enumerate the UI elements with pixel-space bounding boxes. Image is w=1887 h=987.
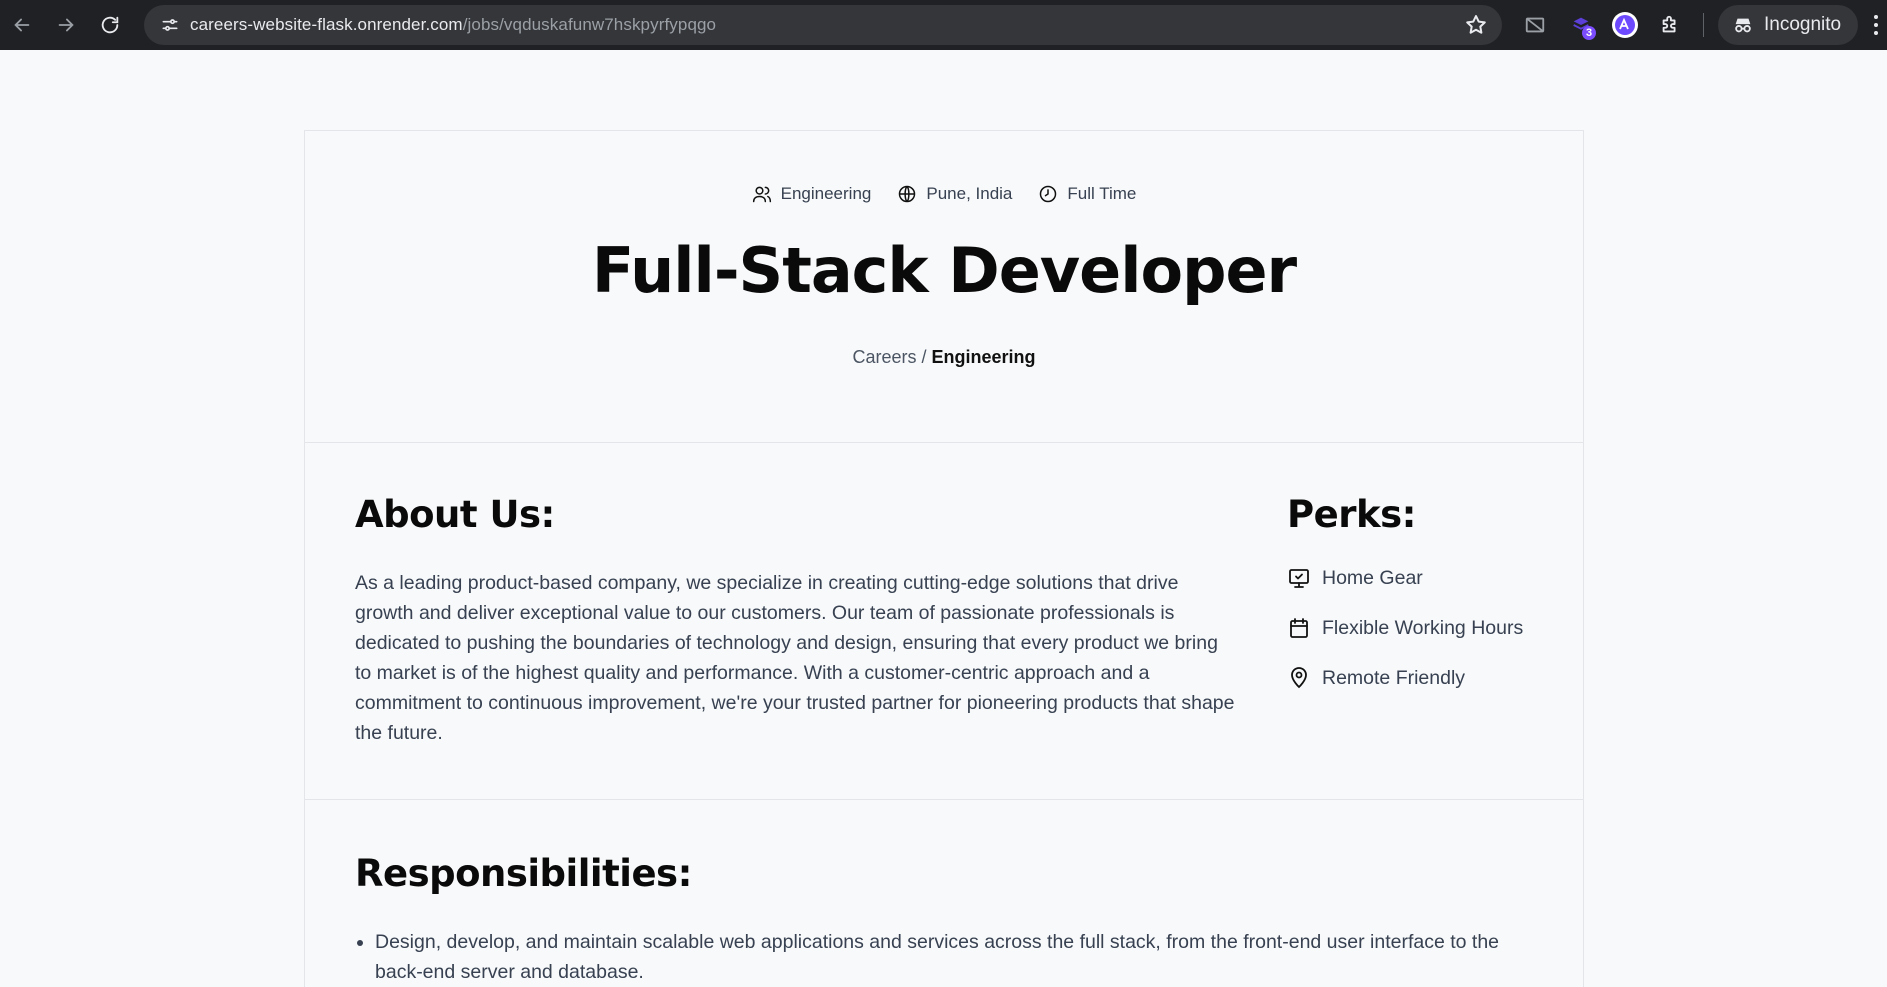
calendar-icon — [1290, 618, 1308, 638]
map-pin-icon — [1291, 667, 1307, 689]
breadcrumb: Careers / Engineering — [305, 347, 1583, 368]
url-text[interactable]: careers-website-flask.onrender.com/jobs/… — [190, 15, 716, 35]
meta-department-label: Engineering — [780, 184, 872, 203]
perk-item: Flexible Working Hours — [1287, 613, 1577, 643]
puzzle-icon — [1662, 15, 1676, 33]
job-card: Engineering Pune, India Full Time Full-S… — [304, 130, 1584, 987]
perk-label: Home Gear — [1322, 566, 1423, 589]
incognito-icon — [1735, 18, 1751, 33]
address-bar[interactable]: careers-website-flask.onrender.com/jobs/… — [144, 5, 1502, 45]
ai-extension-icon — [1612, 12, 1638, 38]
bookmark-star-icon[interactable] — [1464, 13, 1488, 37]
url-host: careers-website-flask.onrender.com — [190, 15, 463, 34]
incognito-label: Incognito — [1764, 14, 1842, 35]
extension-cast-button[interactable] — [1518, 8, 1552, 42]
back-button[interactable] — [0, 5, 44, 45]
job-header: Engineering Pune, India Full Time Full-S… — [305, 131, 1583, 443]
tune-icon — [162, 19, 178, 31]
responsibilities-section: Responsibilities: Design, develop, and m… — [305, 800, 1583, 987]
breadcrumb-careers-link[interactable]: Careers — [852, 347, 916, 367]
extension-button-with-badge[interactable]: 3 — [1564, 8, 1598, 42]
url-path: /jobs/vqduskafunw7hskpyrfypqgo — [462, 15, 717, 34]
clock-icon — [1040, 185, 1057, 203]
perk-label: Flexible Working Hours — [1322, 616, 1524, 639]
users-icon — [752, 186, 771, 203]
reload-icon — [101, 16, 119, 34]
forward-button[interactable] — [44, 5, 88, 45]
reload-button[interactable] — [88, 5, 132, 45]
about-section: About Us: As a leading product-based com… — [305, 443, 1583, 800]
breadcrumb-separator: / — [921, 347, 927, 367]
about-body: As a leading product-based company, we s… — [355, 572, 1235, 744]
arrow-left-icon — [14, 18, 30, 32]
extensions-menu-button[interactable] — [1653, 8, 1687, 42]
toolbar-separator — [1703, 13, 1704, 37]
about-us: About Us: As a leading product-based com… — [355, 493, 1235, 748]
responsibilities-heading: Responsibilities: — [355, 852, 692, 895]
monitor-check-icon — [1289, 569, 1309, 588]
meta-department: Engineering — [752, 184, 872, 204]
perks-heading: Perks: — [1287, 493, 1416, 536]
perk-label: Remote Friendly — [1322, 666, 1466, 689]
cast-off-icon — [1525, 17, 1545, 33]
extension-badge: 3 — [1582, 26, 1596, 40]
meta-location: Pune, India — [897, 184, 1012, 204]
perk-item: Home Gear — [1287, 563, 1577, 593]
extension-ai-button[interactable] — [1608, 8, 1642, 42]
job-meta: Engineering Pune, India Full Time — [305, 131, 1583, 204]
more-vertical-icon[interactable] — [1866, 10, 1886, 40]
globe-icon — [899, 185, 916, 203]
perk-item: Remote Friendly — [1287, 663, 1577, 693]
site-info-button[interactable] — [150, 5, 190, 45]
job-title: Full-Stack Developer — [591, 234, 1297, 307]
meta-type-label: Full Time — [1067, 184, 1137, 203]
list-item: Design, develop, and maintain scalable w… — [375, 927, 1533, 987]
incognito-indicator[interactable]: Incognito — [1718, 5, 1858, 45]
perk-list: Home Gear Flexible Working Hours Remote … — [1287, 563, 1577, 693]
perks: Perks: Home Gear Flexible Working Hours … — [1287, 493, 1577, 713]
meta-type: Full Time — [1038, 184, 1136, 204]
responsibilities-list: Design, develop, and maintain scalable w… — [355, 927, 1533, 987]
arrow-right-icon — [58, 18, 74, 32]
meta-location-label: Pune, India — [926, 184, 1013, 203]
about-heading: About Us: — [355, 493, 555, 536]
breadcrumb-current: Engineering — [931, 347, 1036, 367]
browser-toolbar: careers-website-flask.onrender.com/jobs/… — [0, 0, 1887, 50]
